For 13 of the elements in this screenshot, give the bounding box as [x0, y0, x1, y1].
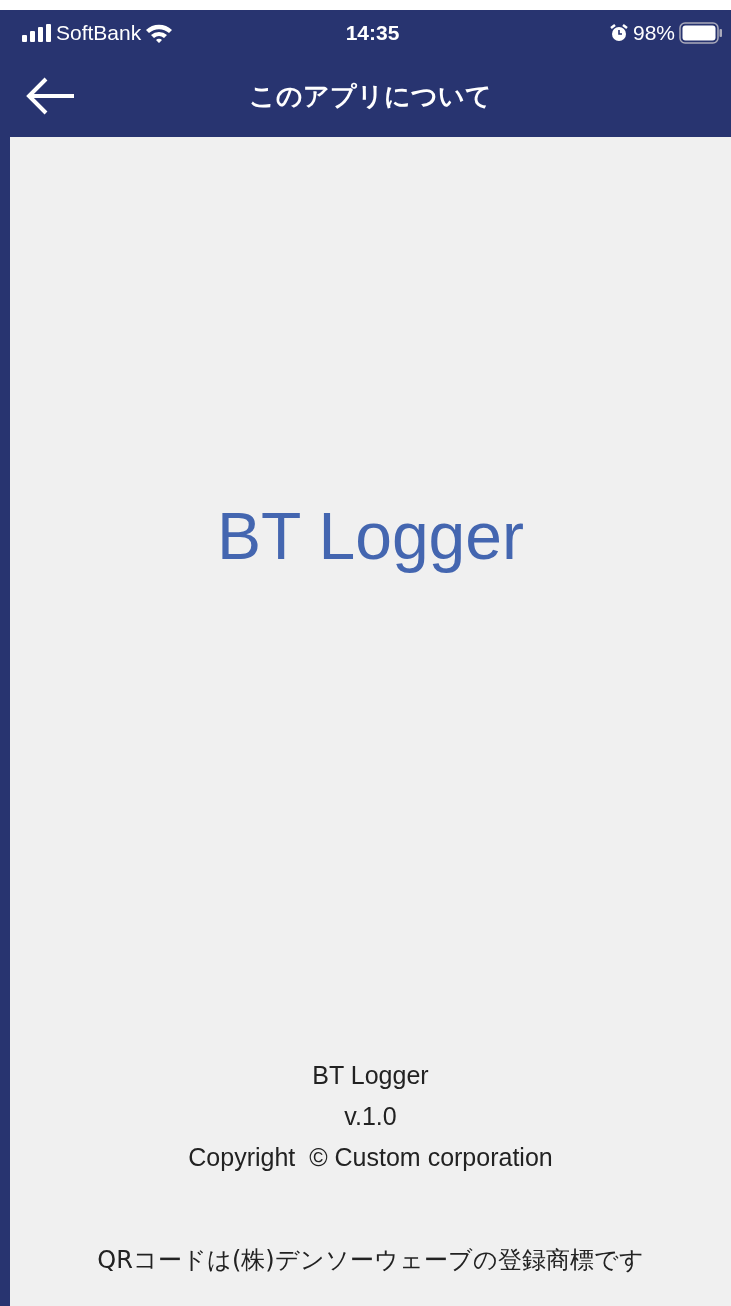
info-line: v.1.0 [344, 1101, 397, 1132]
signal-icon [22, 23, 52, 42]
info-line: Copyright © Custom corporation [188, 1142, 553, 1173]
screen-title: このアプリについて [249, 79, 492, 113]
app-name: BT Logger [217, 498, 524, 575]
battery-percent: 98% [632, 19, 675, 46]
info-line: BT Logger [312, 1060, 429, 1091]
carrier-name: SoftBank [56, 19, 142, 46]
alarm-icon [608, 22, 629, 43]
clock-time: 14:35 [345, 19, 400, 46]
wifi-icon [145, 22, 174, 43]
battery-icon [679, 21, 723, 44]
trademark-notice: QRコードは(株)デンソーウェーブの登録商標です [97, 1245, 644, 1276]
